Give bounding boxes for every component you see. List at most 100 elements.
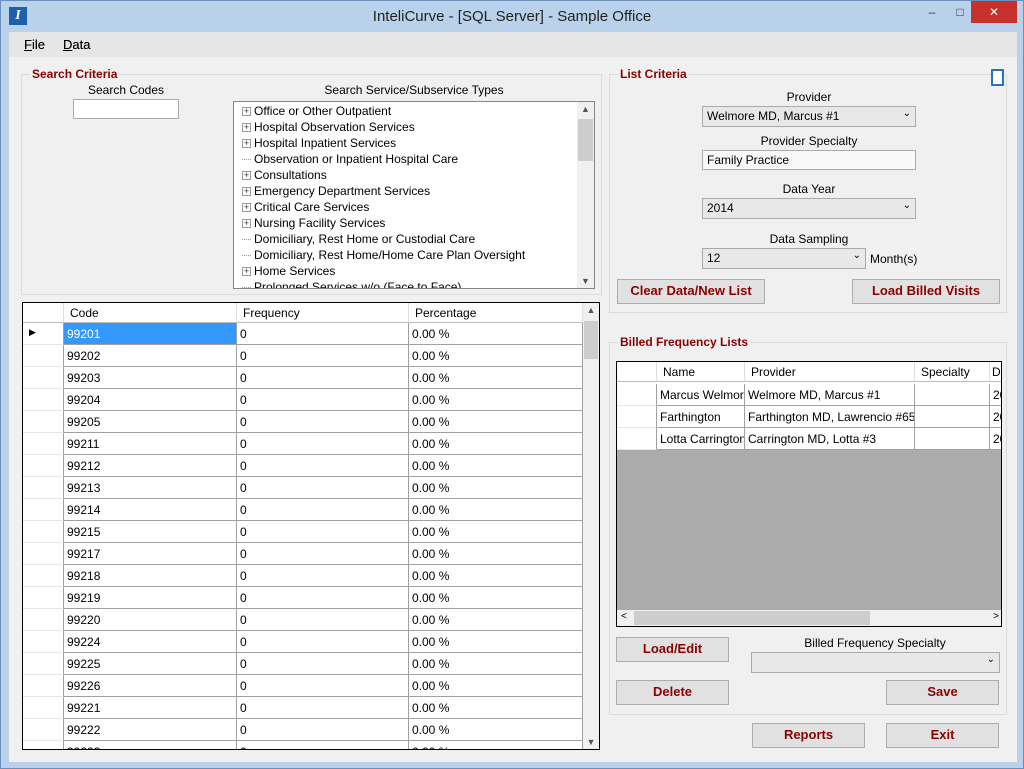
table-cell[interactable]: 0.00 %: [409, 345, 583, 367]
table-cell[interactable]: 0.00 %: [409, 389, 583, 411]
row-header[interactable]: [23, 565, 64, 587]
table-cell[interactable]: 0: [237, 521, 409, 543]
data-sampling-select[interactable]: 12 ⌄: [702, 248, 866, 269]
table-cell[interactable]: 0: [237, 345, 409, 367]
table-cell[interactable]: 0: [237, 653, 409, 675]
row-header[interactable]: [23, 631, 64, 653]
billed-specialty-select[interactable]: ⌄: [751, 652, 1000, 673]
service-types-tree[interactable]: + Office or Other Outpatient + Hospital Obs…: [233, 101, 595, 289]
tree-item[interactable]: + Nursing Facility Services: [242, 216, 385, 232]
table-cell[interactable]: 0.00 %: [409, 411, 583, 433]
search-codes-input[interactable]: [73, 99, 179, 119]
table-cell[interactable]: 0.00 %: [409, 587, 583, 609]
table-cell[interactable]: 0.00 %: [409, 367, 583, 389]
table-cell[interactable]: Carrington MD, Lotta #3: [745, 428, 915, 450]
table-cell[interactable]: 0: [237, 499, 409, 521]
table-cell[interactable]: 99215: [64, 521, 237, 543]
table-cell[interactable]: Farthington: [657, 406, 745, 428]
table-cell[interactable]: 0.00 %: [409, 675, 583, 697]
row-header[interactable]: [23, 675, 64, 697]
table-cell[interactable]: 0: [237, 631, 409, 653]
row-header[interactable]: [23, 367, 64, 389]
row-header[interactable]: [23, 521, 64, 543]
table-cell[interactable]: 0.00 %: [409, 609, 583, 631]
save-button[interactable]: Save: [886, 680, 999, 705]
row-header[interactable]: [23, 389, 64, 411]
scroll-down-icon[interactable]: ▼: [583, 737, 599, 747]
menu-file[interactable]: File File: [24, 37, 45, 52]
row-header[interactable]: [23, 477, 64, 499]
column-header-date[interactable]: D: [990, 362, 1001, 382]
tree-item[interactable]: + Hospital Inpatient Services: [242, 136, 396, 152]
clear-data-new-list-button[interactable]: Clear Data/New List: [617, 279, 765, 304]
table-cell[interactable]: [915, 384, 990, 406]
tree-item[interactable]: Domiciliary, Rest Home or Custodial Care: [242, 232, 475, 248]
row-header[interactable]: [617, 406, 657, 428]
reports-button[interactable]: Reports: [752, 723, 865, 748]
row-header[interactable]: [23, 455, 64, 477]
row-header[interactable]: [23, 741, 64, 749]
table-cell[interactable]: [915, 428, 990, 450]
table-cell[interactable]: 0: [237, 367, 409, 389]
menu-data[interactable]: Data Data: [63, 37, 90, 52]
table-cell[interactable]: 0: [237, 565, 409, 587]
row-header[interactable]: ▶: [23, 323, 64, 345]
table-cell[interactable]: 0: [237, 411, 409, 433]
codes-grid[interactable]: Code Frequency Percentage ▶ 99201 0 0.00 % 9…: [22, 302, 600, 750]
row-header[interactable]: [23, 609, 64, 631]
table-cell[interactable]: 0.00 %: [409, 741, 583, 749]
table-cell[interactable]: 99203: [64, 367, 237, 389]
table-cell[interactable]: 0: [237, 323, 409, 345]
codes-scroll-thumb[interactable]: [584, 321, 598, 359]
provider-specialty-field[interactable]: Family Practice: [702, 150, 916, 170]
new-document-icon[interactable]: [991, 69, 1004, 86]
scroll-left-icon[interactable]: <: [621, 611, 627, 622]
table-cell[interactable]: 20: [990, 384, 1001, 406]
row-header[interactable]: [23, 587, 64, 609]
table-cell[interactable]: 99222: [64, 719, 237, 741]
tree-item[interactable]: Observation or Inpatient Hospital Care: [242, 152, 458, 168]
row-header[interactable]: [23, 653, 64, 675]
table-cell[interactable]: 0.00 %: [409, 543, 583, 565]
table-cell[interactable]: 0: [237, 389, 409, 411]
column-header-code[interactable]: Code: [64, 303, 237, 323]
tree-item[interactable]: + Office or Other Outpatient: [242, 104, 391, 120]
table-cell[interactable]: 0.00 %: [409, 323, 583, 345]
scroll-up-icon[interactable]: ▲: [577, 104, 594, 114]
row-header[interactable]: [617, 384, 657, 406]
minimize-button[interactable]: –: [917, 1, 947, 23]
column-header-specialty[interactable]: Specialty: [915, 362, 990, 382]
tree-scroll-thumb[interactable]: [578, 119, 593, 161]
table-cell[interactable]: 0.00 %: [409, 477, 583, 499]
table-cell[interactable]: 99204: [64, 389, 237, 411]
table-cell[interactable]: 99224: [64, 631, 237, 653]
table-cell[interactable]: 99211: [64, 433, 237, 455]
table-cell[interactable]: 0: [237, 543, 409, 565]
table-cell[interactable]: 20: [990, 406, 1001, 428]
row-header[interactable]: [617, 428, 657, 450]
table-cell[interactable]: 0.00 %: [409, 565, 583, 587]
row-header[interactable]: [23, 719, 64, 741]
scroll-down-icon[interactable]: ▼: [577, 276, 594, 286]
data-year-select[interactable]: 2014 ⌄: [702, 198, 916, 219]
table-cell[interactable]: 99201: [64, 323, 237, 345]
expand-plus-icon[interactable]: +: [242, 203, 251, 213]
billed-scroll-thumb[interactable]: [634, 611, 870, 625]
row-header[interactable]: [23, 543, 64, 565]
row-header[interactable]: [23, 697, 64, 719]
table-cell[interactable]: 0: [237, 675, 409, 697]
expand-plus-icon[interactable]: +: [242, 219, 251, 229]
table-cell[interactable]: 0.00 %: [409, 521, 583, 543]
table-cell[interactable]: 99225: [64, 653, 237, 675]
table-cell[interactable]: 99214: [64, 499, 237, 521]
table-cell[interactable]: 99219: [64, 587, 237, 609]
table-cell[interactable]: 99220: [64, 609, 237, 631]
expand-plus-icon[interactable]: +: [242, 123, 251, 133]
tree-item[interactable]: + Critical Care Services: [242, 200, 369, 216]
tree-item[interactable]: + Hospital Observation Services: [242, 120, 415, 136]
row-header[interactable]: [23, 411, 64, 433]
tree-item[interactable]: Prolonged Services w/o (Face to Face): [242, 280, 461, 288]
table-cell[interactable]: 0: [237, 433, 409, 455]
provider-select[interactable]: Welmore MD, Marcus #1 ⌄: [702, 106, 916, 127]
close-button[interactable]: ✕: [971, 1, 1017, 23]
